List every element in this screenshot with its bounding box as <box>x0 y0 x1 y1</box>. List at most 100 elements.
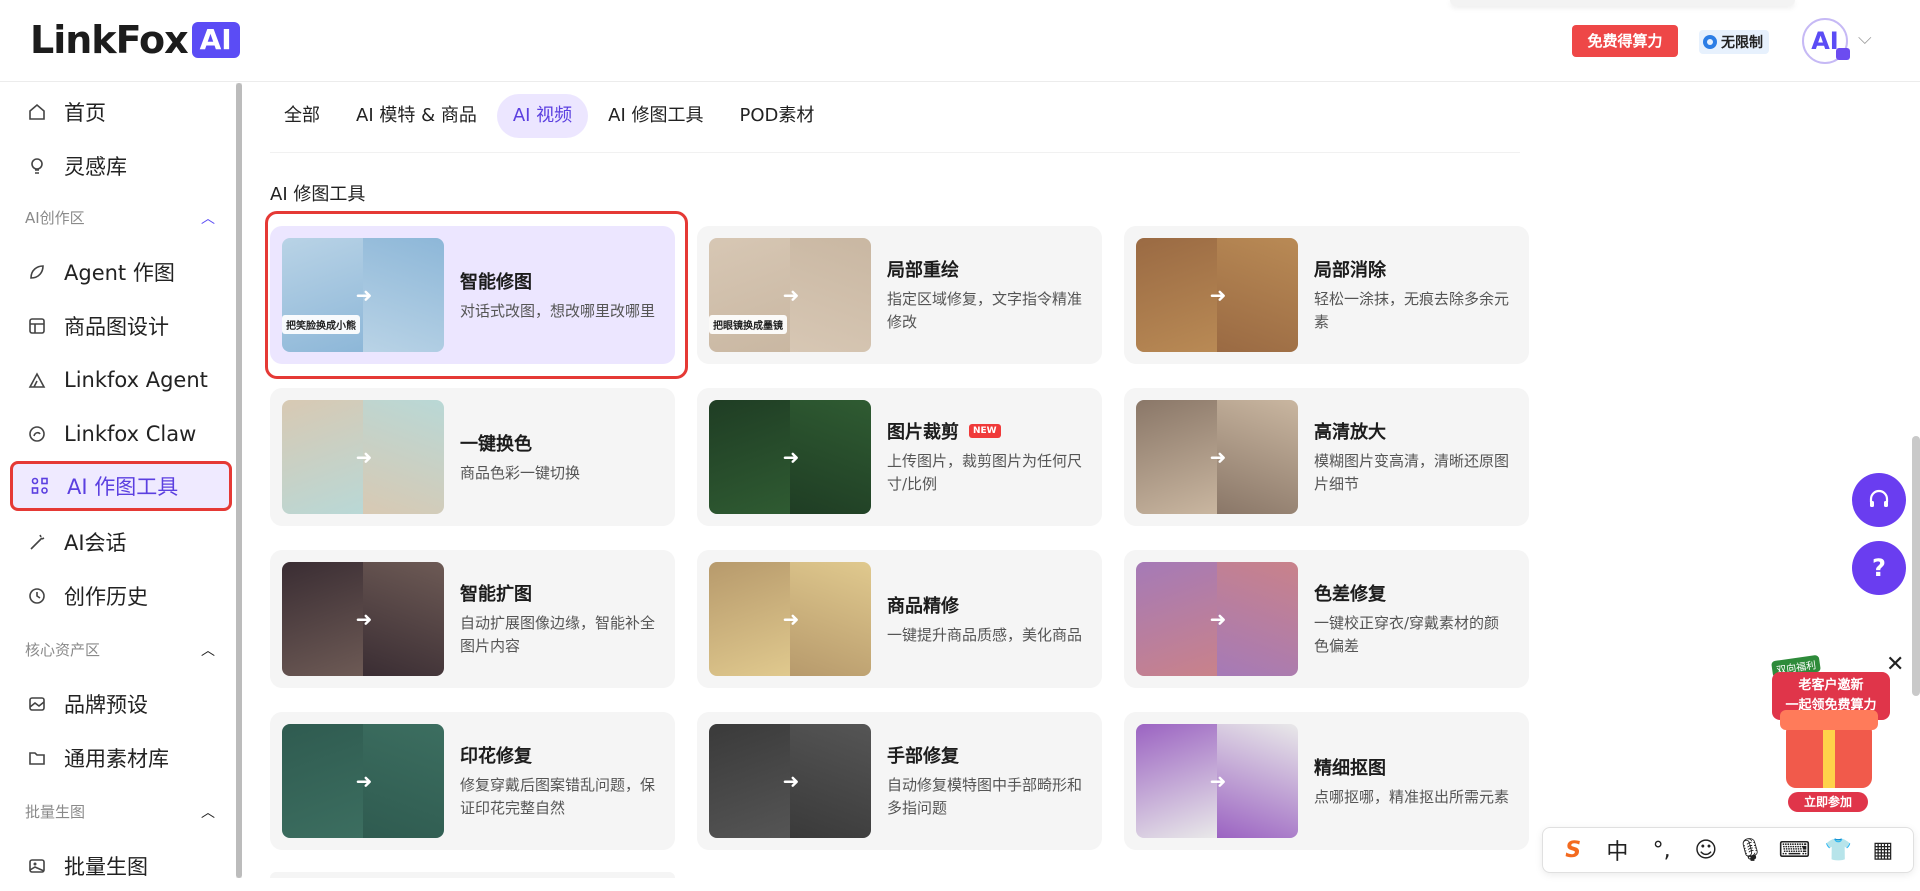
avatar-text: AI <box>1811 27 1839 55</box>
sidebar-item-inspiration[interactable]: 灵感库 <box>10 141 232 191</box>
tool-card-description: 商品色彩一键切换 <box>460 464 581 482</box>
sidebar: 首页 灵感库 AI创作区 ︿ Agent 作图 商品图设计 Linkfox Ag… <box>0 83 236 879</box>
sidebar-item-ai-tools[interactable]: AI 作图工具 <box>10 461 232 511</box>
tab-ai-editing-tools[interactable]: AI 修图工具 <box>592 94 719 138</box>
punctuation-icon[interactable]: °, <box>1645 838 1679 863</box>
tool-card[interactable]: ➜ 把眼镜换成墨镜 局部重绘 指定区域修复，文字指令精准修改 <box>697 226 1102 364</box>
tool-card[interactable]: ➜ 精细抠图 点哪抠哪，精准抠出所需元素 <box>1124 712 1529 850</box>
help-button[interactable]: ? <box>1852 541 1906 595</box>
sidebar-item-linkfox-claw[interactable]: Linkfox Claw <box>10 409 232 459</box>
support-headset-button[interactable] <box>1852 473 1906 527</box>
tool-card[interactable]: ➜ 印花修复 修复穿戴后图案错乱问题，保证印花完整自然 <box>270 712 675 850</box>
page-scrollbar-thumb[interactable] <box>1912 436 1920 696</box>
promo-widget[interactable]: 双向福利 老客户邀新 一起领免费算力 立即参加 <box>1738 652 1898 812</box>
tab-all[interactable]: 全部 <box>268 94 336 138</box>
brand-icon <box>26 693 48 715</box>
ime-lang-toggle[interactable]: 中 <box>1600 834 1634 866</box>
tool-card-thumbnail: ➜ <box>1136 400 1298 514</box>
plan-badge[interactable]: 无限制 <box>1699 30 1769 54</box>
tab-pod-materials[interactable]: POD素材 <box>724 94 831 138</box>
sidebar-item-product-design[interactable]: 商品图设计 <box>10 301 232 351</box>
tool-card-title-row: 高清放大 <box>1314 418 1386 444</box>
tool-card[interactable]: ➜ 局部消除 轻松一涂抹，无痕去除多余元素 <box>1124 226 1529 364</box>
tool-card-title-row: 精细抠图 <box>1314 754 1386 780</box>
history-icon <box>26 585 48 607</box>
sidebar-item-batch-generate[interactable]: 批量生图 <box>10 841 232 891</box>
arrow-right-icon: ➜ <box>782 769 800 793</box>
plan-badge-label: 无限制 <box>1721 35 1763 51</box>
tool-card-thumbnail: ➜ <box>282 724 444 838</box>
chevron-up-icon[interactable]: ︿ <box>201 640 215 660</box>
section-core-assets[interactable]: 核心资产区 ︿ <box>25 639 215 660</box>
tool-card-title-row: 图片裁剪 NEW <box>887 418 1001 444</box>
top-header: LinkFox AI 免费得算力 无限制 AI ⌵ <box>0 0 1920 82</box>
tool-card-description: 点哪抠哪，精准抠出所需元素 <box>1314 788 1510 806</box>
section-title: AI 修图工具 <box>270 184 366 205</box>
agent-triangle-icon <box>26 369 48 391</box>
sidebar-item-linkfox-agent[interactable]: Linkfox Agent <box>10 355 232 405</box>
sidebar-item-label: 品牌预设 <box>64 693 148 717</box>
tool-card-thumbnail: ➜ 把眼镜换成墨镜 <box>709 238 871 352</box>
tool-card-thumbnail: ➜ <box>282 400 444 514</box>
section-batch[interactable]: 批量生图 ︿ <box>25 801 215 822</box>
tool-card[interactable]: ➜ 图片裁剪 NEW 上传图片，裁剪图片为任何尺寸/比例 <box>697 388 1102 526</box>
chevron-up-icon[interactable]: ︿ <box>201 208 215 228</box>
sidebar-item-label: 通用素材库 <box>64 747 169 771</box>
tool-card-title-row: 一键换色 <box>460 430 532 456</box>
tool-card-title-row: 商品精修 <box>887 592 959 618</box>
microphone-icon[interactable]: 🎙 <box>1733 838 1767 863</box>
tool-card-thumbnail: ➜ <box>709 562 871 676</box>
tool-card-description: 模糊图片变高清，清晰还原图片细节 <box>1314 452 1510 493</box>
sidebar-item-brand-preset[interactable]: 品牌预设 <box>10 679 232 729</box>
arrow-right-icon: ➜ <box>1209 445 1227 469</box>
tab-ai-video[interactable]: AI 视频 <box>496 94 589 138</box>
skin-icon[interactable]: 👕 <box>1822 838 1856 863</box>
tool-card-description: 上传图片，裁剪图片为任何尺寸/比例 <box>887 452 1083 493</box>
close-icon[interactable]: ✕ <box>1886 652 1904 677</box>
tool-card[interactable]: ➜ 手部修复自动修复模特图中手部畸形和多指问题 <box>697 712 1102 850</box>
arrow-right-icon: ➜ <box>782 445 800 469</box>
tool-card-description: 自动修复模特图中手部畸形和多指问题 <box>887 776 1083 817</box>
chevron-down-icon[interactable]: ⌵ <box>1858 28 1872 49</box>
tool-card[interactable]: ➜ 智能扩图 自动扩展图像边缘，智能补全图片内容 <box>270 550 675 688</box>
sidebar-item-label: 首页 <box>64 101 106 125</box>
grid-tools-icon <box>29 475 51 497</box>
tool-card[interactable]: ➜ 高清放大模糊图片变高清，清晰还原图片细节 <box>1124 388 1529 526</box>
tool-card[interactable]: ➜ 色差修复 一键校正穿衣/穿戴素材的颜色偏差 <box>1124 550 1529 688</box>
crown-icon <box>1836 48 1850 60</box>
tool-card-title: 高清放大 <box>1314 422 1386 443</box>
sidebar-item-history[interactable]: 创作历史 <box>10 571 232 621</box>
sidebar-item-ai-chat[interactable]: AI会话 <box>10 517 232 567</box>
chevron-up-icon[interactable]: ︿ <box>201 802 215 822</box>
logo[interactable]: LinkFox AI <box>30 18 240 62</box>
arrow-right-icon: ➜ <box>1209 283 1227 307</box>
promo-line1: 老客户邀新 <box>1798 678 1864 693</box>
new-badge: NEW <box>969 424 1001 438</box>
tab-ai-model-product[interactable]: AI 模特 & 商品 <box>340 94 493 138</box>
promo-join-button[interactable]: 立即参加 <box>1788 792 1868 812</box>
sidebar-scroll-thumb[interactable] <box>236 83 242 878</box>
section-ai-creation[interactable]: AI创作区 ︿ <box>25 207 215 228</box>
free-credits-button[interactable]: 免费得算力 <box>1572 25 1678 57</box>
logo-text: LinkFox <box>30 18 189 62</box>
emoji-icon[interactable]: ☺ <box>1689 838 1723 863</box>
keyboard-icon[interactable]: ⌨ <box>1777 838 1811 863</box>
tool-card[interactable]: ➜ 商品精修 一键提升商品质感，美化商品 <box>697 550 1102 688</box>
gift-box-icon <box>1780 710 1878 788</box>
sidebar-item-label: 批量生图 <box>64 855 148 879</box>
sidebar-item-label: 商品图设计 <box>64 315 169 339</box>
sidebar-item-agent-draw[interactable]: Agent 作图 <box>10 247 232 297</box>
magic-wand-icon <box>26 531 48 553</box>
tool-card-title-row: 色差修复 <box>1314 580 1386 606</box>
sidebar-scrollbar[interactable] <box>236 83 242 878</box>
tool-card-description: 指定区域修复，文字指令精准修改 <box>887 290 1083 331</box>
layout-icon <box>26 315 48 337</box>
apps-grid-icon[interactable]: ▦ <box>1866 838 1900 863</box>
sidebar-item-home[interactable]: 首页 <box>10 87 232 137</box>
tool-card-thumbnail: ➜ <box>709 400 871 514</box>
tool-card-title: 局部消除 <box>1314 260 1386 281</box>
tool-card[interactable]: ➜ 一键换色商品色彩一键切换 <box>270 388 675 526</box>
sogou-logo-icon[interactable]: S <box>1556 838 1590 863</box>
tool-card-title: 手部修复 <box>887 746 959 767</box>
sidebar-item-material-library[interactable]: 通用素材库 <box>10 733 232 783</box>
